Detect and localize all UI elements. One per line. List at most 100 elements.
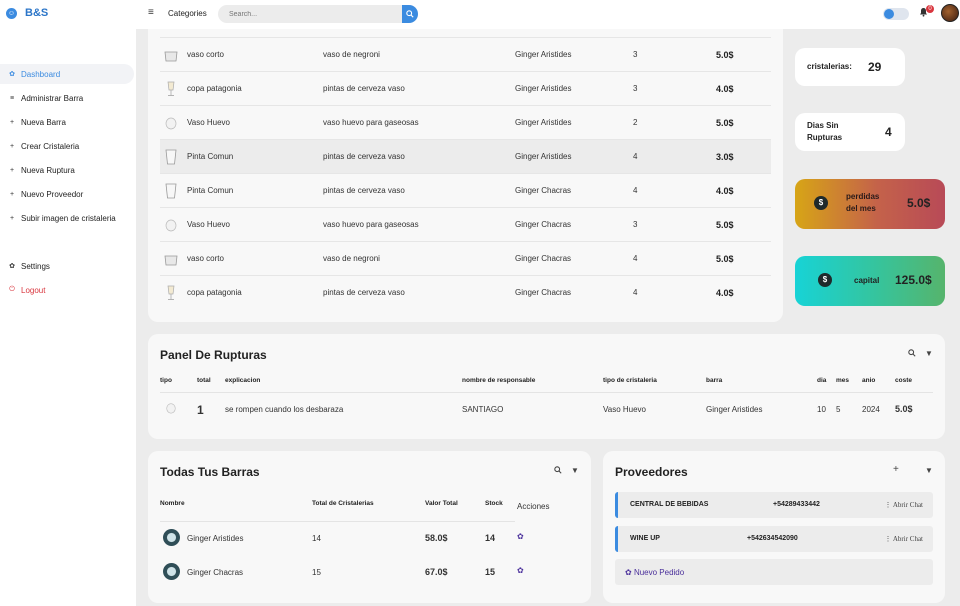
logo-icon: ☺ (6, 7, 17, 19)
ruptura-dia: 10 (817, 405, 826, 414)
user-avatar[interactable] (941, 4, 959, 22)
short-glass-icon (164, 51, 178, 62)
sidebar-item-administrar-barra[interactable]: ≡ Administrar Barra (0, 88, 136, 108)
glass-bar: Ginger Aristides (515, 50, 572, 59)
egg-glass-icon (166, 403, 176, 414)
table-row[interactable]: vaso corto vaso de negroni Ginger Chacra… (160, 241, 771, 275)
bar-stock: 15 (485, 567, 496, 577)
column-header-explicacion: explicacion (225, 377, 261, 384)
new-order-button[interactable]: ✿ Nuevo Pedido (615, 559, 933, 585)
sidebar-item-settings[interactable]: ✿ Settings (0, 256, 136, 276)
bar-settings-gear-icon[interactable]: ✿ (517, 566, 524, 575)
proveedores-title: Proveedores (615, 465, 688, 479)
glass-name: Pinta Comun (187, 152, 234, 161)
glass-name: copa patagonia (187, 288, 242, 297)
sidebar-item-nuevo-proveedor[interactable]: + Nuevo Proveedor (0, 184, 136, 204)
bar-valor: 67.0$ (425, 567, 448, 577)
chevron-down-icon[interactable]: ▼ (925, 349, 933, 358)
glass-cost: 3.0$ (716, 152, 734, 162)
egg-glass-icon (165, 117, 177, 130)
sidebar-item-label: Logout (21, 285, 46, 295)
table-row[interactable]: Vaso Huevo vaso huevo para gaseosas Ging… (160, 105, 771, 139)
open-chat-link[interactable]: ⋮ Abrir Chat (884, 535, 923, 543)
sidebar-item-logout[interactable]: ⏻ Logout (0, 280, 136, 300)
sidebar-item-dashboard[interactable]: ✿ Dashboard (0, 64, 134, 84)
stat-label-line-1: Dias Sin (807, 121, 839, 130)
table-row[interactable]: 1 se rompen cuando los desbaraza SANTIAG… (148, 394, 945, 424)
table-row[interactable]: copa patagonia pintas de cerveza vaso Gi… (160, 275, 771, 309)
glassware-table: vaso corto vaso de negroni Ginger Aristi… (148, 29, 783, 322)
bar-stock: 14 (485, 533, 496, 543)
sidebar-item-label: Nueva Ruptura (21, 165, 75, 175)
ruptura-barra: Ginger Aristides (706, 405, 763, 414)
stat-cristalerias: cristalerias: 29 (795, 48, 905, 86)
table-row[interactable]: Ginger Chacras 15 67.0$ 15 ✿ (148, 559, 591, 587)
categories-link[interactable]: Categories (168, 9, 207, 18)
glass-qty: 4 (633, 152, 638, 161)
glass-description: vaso huevo para gaseosas (323, 220, 419, 229)
sidebar-item-label: Settings (21, 261, 50, 271)
glass-name: vaso corto (187, 254, 224, 263)
stat-value: 125.0$ (895, 273, 932, 287)
glass-description: vaso de negroni (323, 50, 380, 59)
glass-bar: Ginger Chacras (515, 254, 572, 263)
provider-name: WINE UP (630, 535, 660, 542)
hamburger-menu-icon[interactable]: ≡ (148, 7, 154, 18)
glass-cost: 4.0$ (716, 186, 734, 196)
glass-bar: Ginger Chacras (515, 288, 572, 297)
glass-qty: 3 (633, 50, 638, 59)
rupturas-title: Panel De Rupturas (160, 348, 267, 362)
glass-bar: Ginger Chacras (515, 186, 572, 195)
add-provider-plus-icon[interactable]: + (893, 464, 899, 475)
theme-toggle[interactable] (883, 8, 909, 20)
column-header-total: Total de Cristalerias (312, 500, 374, 507)
table-row[interactable]: copa patagonia pintas de cerveza vaso Gi… (160, 71, 771, 105)
egg-glass-icon (165, 219, 177, 232)
glass-qty: 4 (633, 288, 638, 297)
app-logo[interactable]: ☺ B&S (6, 7, 48, 19)
glass-description: pintas de cerveza vaso (323, 152, 405, 161)
open-chat-label: Abrir Chat (892, 501, 923, 509)
sidebar-item-label: Nuevo Proveedor (21, 189, 84, 199)
table-row[interactable]: Ginger Aristides 14 58.0$ 14 ✿ (148, 525, 591, 553)
provider-phone: +54289433442 (773, 501, 820, 508)
sidebar-item-nueva-barra[interactable]: + Nueva Barra (0, 112, 136, 132)
glass-cost: 4.0$ (716, 288, 734, 298)
search-input[interactable] (218, 5, 402, 23)
plus-icon: + (9, 142, 15, 150)
glass-name: Vaso Huevo (187, 118, 230, 127)
bar-settings-gear-icon[interactable]: ✿ (517, 532, 524, 541)
ruptura-responsable: SANTIAGO (462, 405, 504, 414)
table-row[interactable]: Pinta Comun pintas de cerveza vaso Ginge… (160, 139, 771, 173)
stat-perdidas-del-mes: $ perdidas del mes 5.0$ (795, 179, 945, 229)
table-row[interactable]: vaso corto vaso de negroni Ginger Aristi… (160, 37, 771, 71)
glass-cost: 5.0$ (716, 254, 734, 264)
panel-search-icon[interactable] (908, 349, 916, 359)
sidebar-item-subir-imagen[interactable]: + Subir imagen de cristaleria (0, 208, 136, 228)
chevron-down-icon[interactable]: ▼ (925, 466, 933, 475)
proveedores-panel: Proveedores + ▼ CENTRAL DE BEBIDAS +5428… (603, 451, 945, 603)
sidebar-item-nueva-ruptura[interactable]: + Nueva Ruptura (0, 160, 136, 180)
panel-search-icon[interactable] (554, 466, 562, 476)
stat-dias-sin-rupturas: Dias Sin Rupturas 4 (795, 113, 905, 151)
table-row[interactable]: Vaso Huevo vaso huevo para gaseosas Ging… (160, 207, 771, 241)
stat-value: 29 (868, 60, 882, 74)
column-header-anio: anio (862, 377, 876, 384)
bar-logo-icon (163, 563, 180, 580)
search-button[interactable] (402, 5, 418, 23)
sidebar-item-label: Administrar Barra (21, 93, 84, 103)
open-chat-link[interactable]: ⋮ Abrir Chat (884, 501, 923, 509)
chevron-down-icon[interactable]: ▼ (571, 466, 579, 475)
provider-name: CENTRAL DE BEBIDAS (630, 501, 709, 508)
open-chat-label: Abrir Chat (892, 535, 923, 543)
table-row[interactable]: Pinta Comun pintas de cerveza vaso Ginge… (160, 173, 771, 207)
search-box (218, 5, 418, 23)
sidebar-item-crear-cristaleria[interactable]: + Crear Cristaleria (0, 136, 136, 156)
glass-cost: 5.0$ (716, 118, 734, 128)
stat-label-line-2: Rupturas (807, 133, 843, 142)
provider-row: CENTRAL DE BEBIDAS +54289433442 ⋮ Abrir … (615, 492, 933, 518)
glass-qty: 2 (633, 118, 638, 127)
glass-qty: 3 (633, 84, 638, 93)
glass-cost: 4.0$ (716, 84, 734, 94)
bar-name: Ginger Chacras (187, 568, 244, 577)
